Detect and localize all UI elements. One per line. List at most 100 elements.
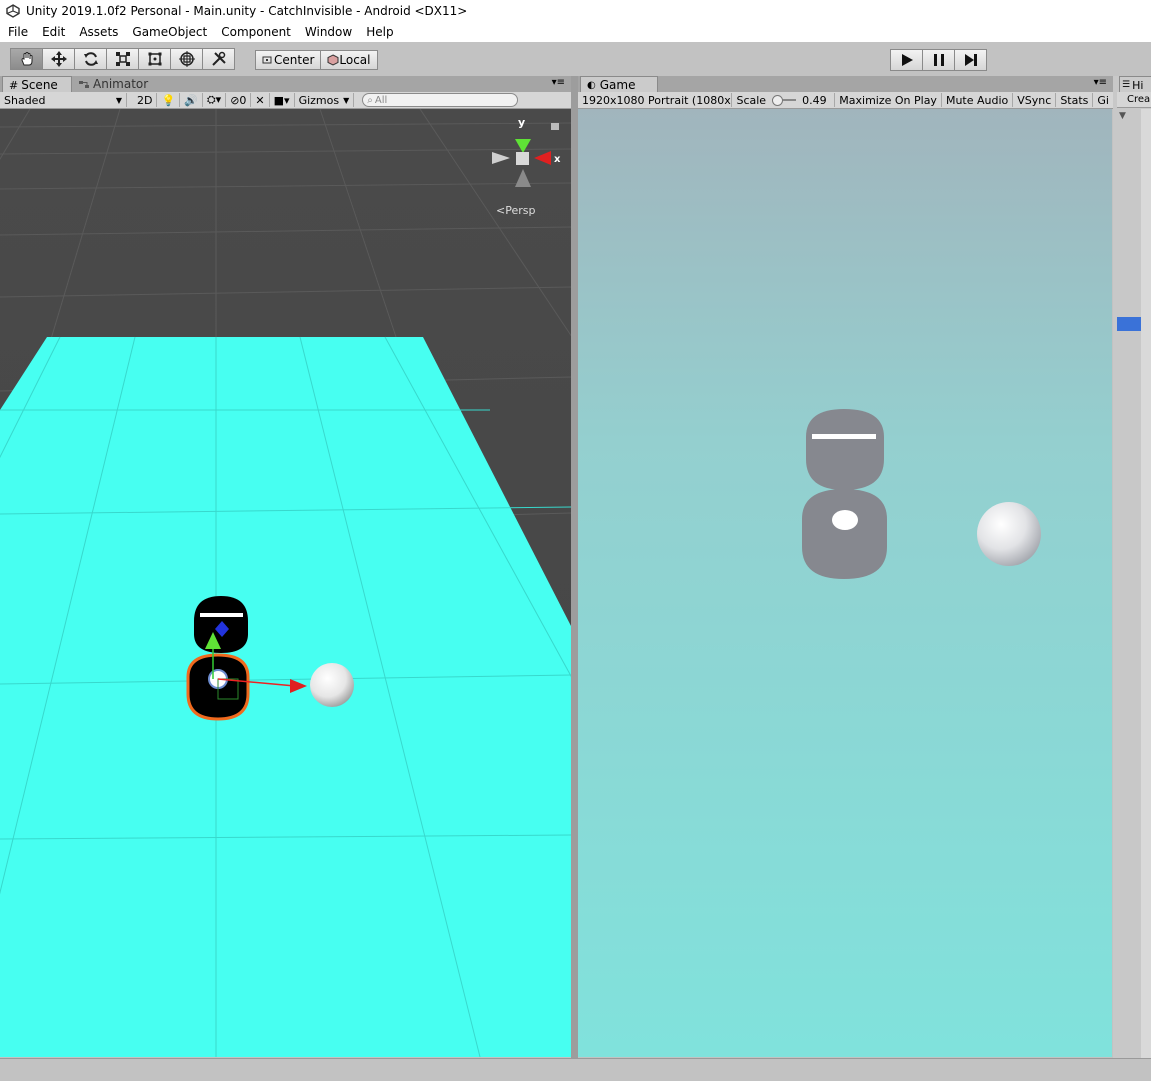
effects-dropdown[interactable]: ⛭▾ [203, 93, 227, 107]
vsync-toggle[interactable]: VSync [1013, 93, 1057, 107]
audio-toggle[interactable]: 🔊 [180, 93, 203, 107]
hidden-objects-toggle[interactable]: ⊘ 0 [226, 93, 252, 107]
hierarchy-list[interactable]: ▼ [1117, 109, 1151, 1058]
local-icon [327, 54, 339, 66]
scale-slider[interactable]: Scale 0.49 [732, 93, 836, 107]
play-button[interactable] [890, 49, 923, 71]
game-tab-row: ◐ Game ▾≡ [578, 76, 1113, 93]
lighting-toggle[interactable]: 💡 [157, 93, 181, 107]
pivot-controls: Center Local [255, 50, 378, 70]
game-player-body [802, 489, 887, 579]
resolution-dropdown[interactable]: 1920x1080 Portrait (1080x ⇕ [578, 93, 733, 107]
maximize-on-play-toggle[interactable]: Maximize On Play [835, 93, 942, 107]
panel-divider[interactable] [571, 76, 578, 1058]
tab-game-label: Game [599, 78, 636, 92]
speaker-icon: 🔊 [184, 93, 198, 107]
pivot-center-label: Center [274, 53, 315, 67]
sphere-object[interactable] [310, 663, 354, 707]
panel-menu-icon[interactable]: ▾≡ [552, 77, 565, 88]
center-icon [262, 56, 272, 64]
list-icon: ☰ [1122, 80, 1131, 90]
tab-hierarchy[interactable]: ☰ Hi [1119, 76, 1151, 93]
pause-button[interactable] [922, 49, 955, 71]
game-gizmos-label: Gi [1097, 93, 1109, 107]
unity-logo-icon [6, 4, 20, 18]
transform-tool-button[interactable] [170, 48, 203, 70]
scale-value: 0.49 [802, 93, 827, 107]
menu-window[interactable]: Window [305, 25, 352, 39]
scene-view[interactable]: y x <Persp [0, 109, 571, 1057]
camera-dropdown[interactable]: ■▾ [270, 93, 295, 107]
step-button[interactable] [954, 49, 987, 71]
menu-bar: File Edit Assets GameObject Component Wi… [0, 22, 1151, 42]
hidden-count: 0 [239, 93, 247, 107]
panel-menu-icon[interactable]: ▾≡ [1094, 77, 1107, 88]
tab-game[interactable]: ◐ Game [580, 76, 658, 93]
tools-toggle[interactable]: ✕ [251, 93, 270, 107]
persp-label[interactable]: <Persp [496, 204, 535, 217]
eye-crossed-icon: ⊘ [230, 93, 240, 107]
menu-file[interactable]: File [8, 25, 28, 39]
scale-tool-button[interactable] [106, 48, 139, 70]
hierarchy-scrollbar[interactable] [1141, 109, 1151, 1058]
rect-tool-button[interactable] [138, 48, 171, 70]
menu-edit[interactable]: Edit [42, 25, 65, 39]
game-player-head [806, 409, 884, 490]
tab-animator[interactable]: Animator [72, 76, 154, 92]
create-dropdown[interactable]: Crea [1117, 92, 1151, 108]
tab-scene[interactable]: # Scene [2, 76, 72, 93]
rotate-tool-button[interactable] [74, 48, 107, 70]
chevron-down-icon: ▼ [343, 95, 350, 105]
status-bar [0, 1058, 1151, 1081]
search-icon: ⌕ [367, 94, 373, 106]
pivot-center-button[interactable]: Center [255, 50, 322, 70]
window-title: Unity 2019.1.0f2 Personal - Main.unity -… [26, 4, 468, 18]
pivot-local-button[interactable]: Local [320, 50, 378, 70]
rect-icon [148, 52, 161, 66]
grid-icon: # [9, 78, 19, 92]
crossed-tools-icon: ✕ [255, 93, 265, 107]
effects-icon: ⛭▾ [206, 93, 222, 106]
menu-assets[interactable]: Assets [79, 25, 118, 39]
game-icon: ◐ [587, 79, 596, 91]
main-toolbar: Center Local [0, 42, 1151, 77]
gizmo-y-label: y [518, 116, 525, 129]
slider-track[interactable] [772, 95, 797, 106]
animator-icon [79, 81, 89, 88]
tab-animator-label: Animator [93, 77, 149, 91]
menu-component[interactable]: Component [221, 25, 291, 39]
scene-search-input[interactable]: ⌕ All [362, 93, 519, 107]
tab-scene-label: Scene [21, 78, 58, 92]
gizmo-x-label: x [554, 154, 561, 165]
2d-toggle[interactable]: 2D [133, 93, 158, 107]
shading-label: Shaded [4, 93, 46, 107]
chevron-down-icon[interactable]: ▼ [1119, 111, 1126, 121]
game-canvas [802, 409, 1041, 579]
slider-thumb[interactable] [772, 95, 784, 106]
game-gizmos-dropdown[interactable]: Gi [1093, 93, 1113, 107]
menu-gameobject[interactable]: GameObject [132, 25, 207, 39]
scene-canvas[interactable]: y x <Persp [0, 109, 571, 1057]
custom-tool-button[interactable] [202, 48, 235, 70]
gizmos-dropdown[interactable]: Gizmos ▼ [295, 93, 355, 107]
move-tool-button[interactable] [42, 48, 75, 70]
mute-audio-toggle[interactable]: Mute Audio [942, 93, 1014, 107]
vsync-label: VSync [1017, 93, 1052, 107]
create-label: Crea [1127, 94, 1151, 105]
stats-toggle[interactable]: Stats [1056, 93, 1094, 107]
step-icon [964, 54, 977, 66]
hand-tool-button[interactable] [10, 48, 43, 70]
camera-icon: ■▾ [273, 93, 290, 107]
player-body[interactable] [186, 653, 250, 721]
play-controls [890, 49, 987, 71]
resolution-label: 1920x1080 Portrait (1080x [582, 93, 731, 107]
game-toolbar: 1920x1080 Portrait (1080x ⇕ Scale 0.49 M… [578, 92, 1113, 109]
scene-toolbar: Shaded ▼ 2D 💡 🔊 ⛭▾ ⊘ 0 ✕ ■▾ Gizmos ▼ ⌕ A… [0, 92, 571, 109]
scale-label: Scale [736, 93, 767, 107]
shading-dropdown[interactable]: Shaded ▼ [0, 93, 127, 107]
transform-tools [10, 48, 235, 70]
menu-help[interactable]: Help [366, 25, 393, 39]
hierarchy-panel: ☰ Hi Crea ▼ [1113, 76, 1151, 1058]
game-view[interactable] [578, 109, 1112, 1057]
tab-hierarchy-label: Hi [1132, 78, 1144, 92]
